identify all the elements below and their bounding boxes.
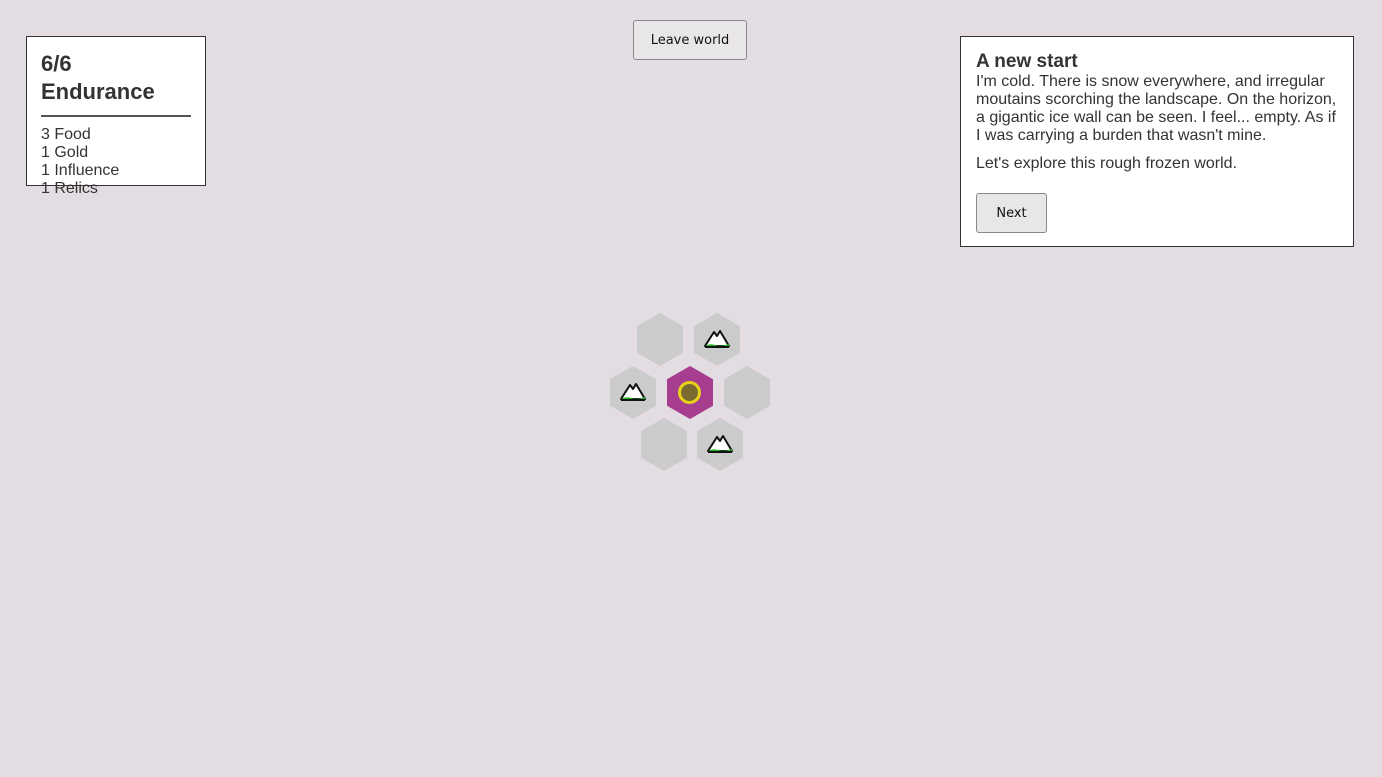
hex-tile-top-left[interactable] xyxy=(637,313,683,366)
hex-tile-left[interactable] xyxy=(610,366,656,419)
story-paragraph: Let's explore this rough frozen world. xyxy=(976,155,1237,172)
hex-tile-right[interactable] xyxy=(724,366,770,419)
resource-food: 3 Food xyxy=(41,126,91,143)
leave-world-button[interactable]: Leave world xyxy=(633,20,747,60)
resource-influence: 1 Influence xyxy=(41,162,120,179)
story-panel: A new start I'm cold. There is snow ever… xyxy=(960,36,1354,247)
resource-relics: 1 Relics xyxy=(41,180,98,197)
snowy-mountain-icon xyxy=(707,435,733,453)
hex-tile-bottom-right[interactable] xyxy=(697,418,743,471)
story-title: A new start xyxy=(976,51,1078,72)
next-button[interactable]: Next xyxy=(976,193,1047,233)
resource-list: 3 Food 1 Gold 1 Influence 1 Relics xyxy=(41,126,191,198)
resource-gold: 1 Gold xyxy=(41,144,89,161)
story-paragraph: I'm cold. There is snow everywhere, and … xyxy=(976,73,1337,144)
snowy-mountain-icon xyxy=(704,330,730,348)
endurance-title: 6/6 Endurance xyxy=(41,50,191,117)
hex-tile-bottom-left[interactable] xyxy=(641,418,687,471)
snowy-mountain-icon xyxy=(620,383,646,401)
player-token xyxy=(678,381,701,404)
hex-tile-top-right[interactable] xyxy=(694,313,740,366)
stats-panel: 6/6 Endurance 3 Food 1 Gold 1 Influence … xyxy=(26,36,206,197)
